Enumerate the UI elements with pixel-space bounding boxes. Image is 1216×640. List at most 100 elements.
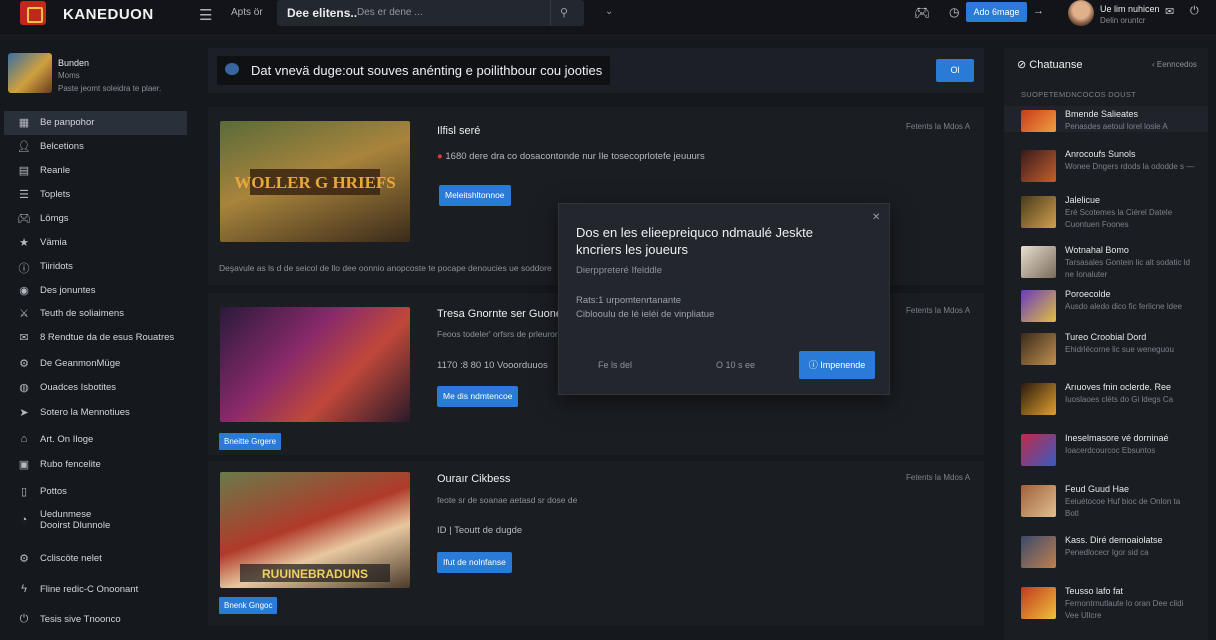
panel-item-thumbnail[interactable] [1021, 196, 1056, 228]
sidebar-item[interactable]: ◉ Des jonuntes [4, 279, 187, 303]
logo-text[interactable]: KANEDUON [63, 6, 154, 23]
modal-confirm-button[interactable]: ⓘ Impenende [799, 351, 875, 379]
sidebar-item[interactable]: ⓘ Tiiridots [4, 255, 187, 279]
hamburger-menu-icon[interactable]: ☰ [199, 6, 212, 24]
add-button[interactable]: Ado 6mage [966, 2, 1027, 22]
panel-item-thumbnail[interactable] [1021, 383, 1056, 415]
panel-item-thumbnail[interactable] [1021, 434, 1056, 466]
mail-icon[interactable]: ✉ [1165, 5, 1174, 18]
panel-item-name[interactable]: Bmende Salieates [1065, 109, 1138, 119]
panel-item-name[interactable]: Anrocoufs Sunols [1065, 149, 1136, 159]
panel-item-thumbnail[interactable] [1021, 485, 1056, 517]
panel-item-thumbnail[interactable] [1021, 110, 1056, 132]
sidebar-item[interactable]: ◔ Uedunmese Dooirst Dlunnole [4, 509, 187, 533]
sidebar-item[interactable]: ⏻ Tesis sive Tnoonco [4, 608, 187, 632]
sidebar-item[interactable]: ▣ Rubo fencelite [4, 453, 187, 477]
search-input[interactable]: Dee elitens.. Des er dene ... ⚲ [277, 0, 584, 26]
sidebar-item-label: 8 Rendtue da de esus Rouatres [40, 332, 175, 343]
panel-item-name[interactable]: Jalelicue [1065, 195, 1100, 205]
modal-line: Ciblooulu de lé ieléi de vinpliatue [576, 309, 715, 320]
tag-button[interactable]: Bnenk Gngoc [219, 597, 278, 614]
nav-link[interactable]: Apts ör [231, 7, 263, 18]
sidebar-item-label: Art. On Iloge [40, 434, 94, 445]
sidebar-item[interactable]: ▤ Reanle [4, 159, 187, 183]
game-image[interactable]: WOLLER G HRIEFS [220, 121, 410, 242]
avatar[interactable] [1068, 0, 1094, 26]
panel-item-name[interactable]: Kass. Diré demoaiolatse [1065, 535, 1163, 545]
sidebar-item-label: Teuth de soliaimens [40, 308, 124, 319]
panel-item-name[interactable]: Tureo Croobial Dord [1065, 332, 1146, 342]
sidebar-item[interactable]: ✉ 8 Rendtue da de esus Rouatres [4, 326, 187, 350]
user-name[interactable]: Ue lim nuhicen [1100, 4, 1160, 14]
search-icon[interactable]: ⚲ [560, 6, 568, 19]
panel-item-thumbnail[interactable] [1021, 536, 1056, 568]
game-image[interactable]: RUUINEBRADUNS [220, 472, 410, 588]
card-title[interactable]: Ouraır Cikbess [437, 473, 510, 485]
card-button[interactable]: Me dis ndmtencoe [437, 386, 519, 407]
sidebar-item[interactable]: ◍ Ouadces Isbotites [4, 376, 187, 400]
panel-item-thumbnail[interactable] [1021, 246, 1056, 278]
profile-name[interactable]: Bunden [58, 58, 89, 68]
tag-button[interactable]: Bneitte Grgere [219, 433, 282, 450]
panel-item-subtitle: Eeiuétocoe Huf bioc de Onlon ta Botl [1065, 497, 1181, 518]
close-icon[interactable]: ✕ [872, 212, 880, 223]
panel-item-thumbnail[interactable] [1021, 587, 1056, 619]
card-button[interactable]: Meleitshltonnoe [439, 185, 511, 206]
panel-item-subtitle: Ioacerdcourcoc Ebsuntos [1065, 446, 1156, 455]
logo-icon[interactable] [20, 1, 46, 25]
panel-item-subtitle: Fernontrnutlaute lo oran Dee clidi Vee U… [1065, 599, 1184, 620]
sidebar-item-label: De GeanmonMüge [40, 358, 121, 369]
sidebar-item-label: Tiiridots [40, 261, 73, 272]
gamepad-icon[interactable]: 🎮︎ [914, 5, 931, 21]
sidebar-item[interactable]: ⚙ De GeanmonMüge [4, 352, 187, 376]
panel-item-name[interactable]: Arıuoves fnin oclerde. Ree [1065, 382, 1171, 392]
panel-item-subtitle: Penasdes aetoul lorel losle A [1065, 122, 1168, 131]
panel-item-name[interactable]: Feud Guud Hae [1065, 484, 1129, 494]
cursor-icon: ➤ [19, 407, 29, 419]
sidebar-item[interactable]: ☰ Toplets [4, 183, 187, 207]
panel-item-name[interactable]: Poroecolde [1065, 289, 1111, 299]
sidebar-item[interactable]: ϟ Fline redic-C Onoonant [4, 578, 187, 602]
panel-item-subtitle: Iuoslaoes cléts do Gi ldegs Ca [1065, 395, 1174, 404]
panel-link[interactable]: ‹ Eenncedos [1152, 60, 1197, 69]
panel-item-subtitle: Wonee Dngers rdods la ododde s — [1065, 162, 1195, 171]
info-icon: ⓘ [808, 360, 821, 370]
game-image[interactable] [220, 307, 410, 422]
card-title[interactable]: Ilfisl seré [437, 125, 480, 137]
sidebar-item[interactable]: ⚔ Teuth de soliaimens [4, 302, 187, 326]
settings-icon: ⚙ [19, 358, 29, 370]
panel-link-text: Eenncedos [1156, 60, 1197, 69]
sidebar-item[interactable]: 🎮︎ Lömgs [4, 207, 187, 231]
sidebar-item[interactable]: ⚙ Ccliscöte nelet [4, 547, 187, 571]
modal-option[interactable]: Fe ls del [598, 360, 632, 370]
card-title[interactable]: Tresa Gnornte ser Guonetin [437, 308, 574, 320]
sidebar-item-label: Ouadces Isbotites [40, 382, 117, 393]
modal-option[interactable]: O 10 s ee [716, 360, 755, 370]
clock-icon[interactable]: ◷ [949, 5, 959, 19]
arrow-right-icon[interactable]: → [1033, 5, 1044, 17]
panel-item-thumbnail[interactable] [1021, 333, 1056, 365]
modal-title: Dos en les elieepreiquco ndmaulé Jeskte … [576, 225, 814, 257]
promo-button[interactable]: Ol [936, 59, 974, 82]
sidebar-item[interactable]: ⌂ Art. On Iloge [4, 428, 187, 452]
sidebar-item[interactable]: ➤ Sotero la Mennotiues [4, 401, 187, 425]
panel-item-name[interactable]: Teusso lafo fat [1065, 586, 1123, 596]
panel-item-thumbnail[interactable] [1021, 290, 1056, 322]
card-stats: ID | Teoutt de dugde [437, 525, 523, 536]
panel-item-thumbnail[interactable] [1021, 150, 1056, 182]
card-button[interactable]: Ifut de nolnfanse [437, 552, 512, 573]
power-icon[interactable]: ⏻ [1190, 5, 1199, 18]
panel-section-label: SUOPETEMDNCOCOS DOUST [1021, 90, 1137, 99]
panel-item-name[interactable]: Wotnahal Bomo [1065, 245, 1129, 255]
sidebar-item[interactable]: ▦ Be panpohor [4, 111, 187, 135]
promo-text: Dat vnevä duge:out souves anénting e poi… [251, 63, 603, 78]
sidebar-item[interactable]: ★ Vämia [4, 231, 187, 255]
panel-item-name[interactable]: Ineselmasore vé dorninaé [1065, 433, 1169, 443]
modal-subtitle: Dierppreteré Ifelddle [576, 265, 663, 276]
sidebar-item-label: Uedunmese Dooirst Dlunnole [40, 509, 111, 531]
sidebar-item[interactable]: ▯ Pottos [4, 480, 187, 504]
sidebar-item[interactable]: 👤︎ Belcetions [4, 135, 187, 159]
gamepad-icon: 🎮︎ [17, 213, 31, 225]
chevron-down-icon[interactable]: ⌄ [605, 6, 613, 17]
profile-image[interactable] [8, 53, 52, 93]
